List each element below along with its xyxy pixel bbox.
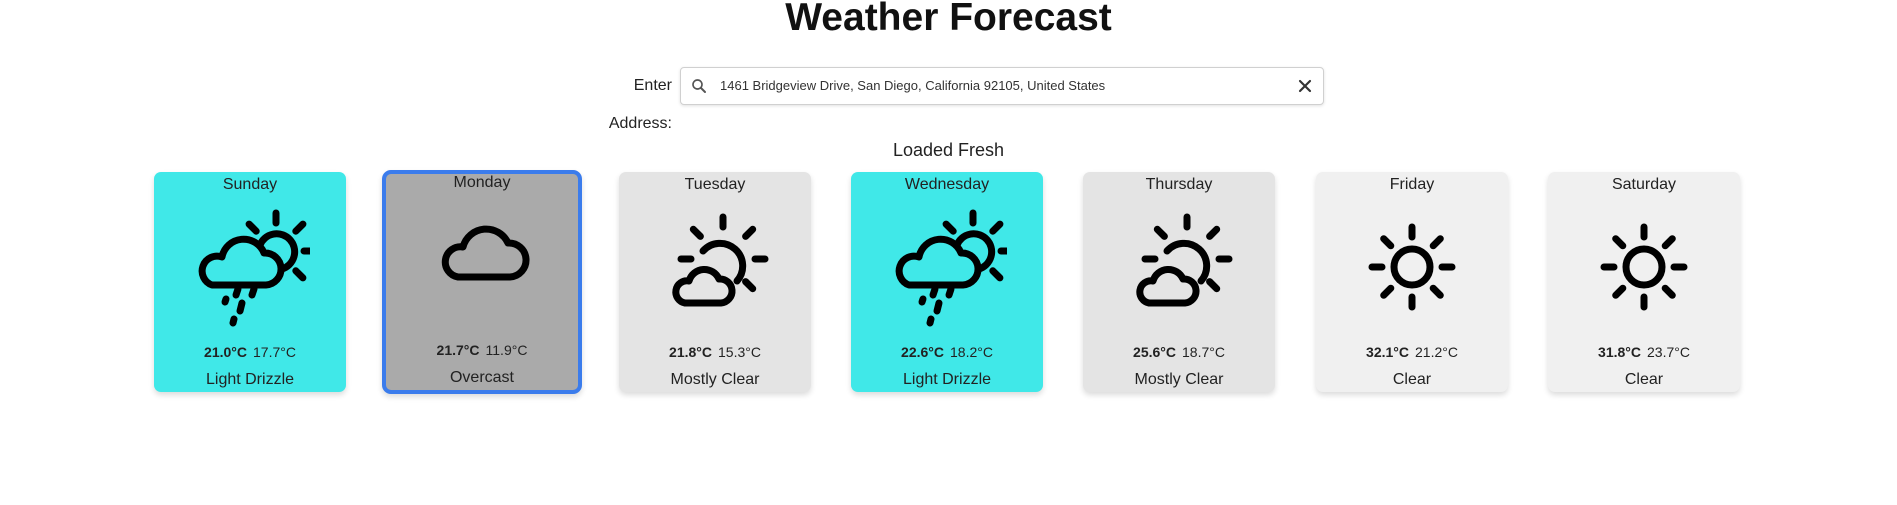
address-search-box[interactable] bbox=[680, 67, 1324, 105]
day-temps: 22.6°C 18.2°C bbox=[851, 344, 1043, 360]
high-temp: 22.6°C bbox=[901, 344, 944, 360]
page-title: Weather Forecast bbox=[785, 0, 1112, 39]
high-temp: 21.8°C bbox=[669, 344, 712, 360]
day-condition: Clear bbox=[1624, 371, 1664, 388]
sun-cloud-icon bbox=[1119, 207, 1239, 327]
day-name: Sunday bbox=[222, 176, 278, 193]
day-temps: 21.0°C 17.7°C bbox=[154, 344, 346, 360]
day-card-friday[interactable]: Friday 32.1°C 21.2°C Clear bbox=[1316, 172, 1508, 392]
day-name: Tuesday bbox=[684, 176, 746, 193]
day-temps: 21.7°C 11.9°C bbox=[386, 342, 578, 358]
day-condition: Mostly Clear bbox=[670, 371, 760, 388]
forecast-cards: Sunday 21.0°C 17.7°C Light Drizzle Monday… bbox=[0, 170, 1897, 394]
high-temp: 21.0°C bbox=[204, 344, 247, 360]
day-name: Wednesday bbox=[904, 176, 990, 193]
sun-icon bbox=[1352, 207, 1472, 327]
day-temps: 25.6°C 18.7°C bbox=[1083, 344, 1275, 360]
address-label: Enter Address: bbox=[608, 77, 672, 132]
search-icon bbox=[692, 79, 706, 93]
low-temp: 21.2°C bbox=[1415, 344, 1458, 360]
low-temp: 15.3°C bbox=[718, 344, 761, 360]
high-temp: 25.6°C bbox=[1133, 344, 1176, 360]
day-card-sunday[interactable]: Sunday 21.0°C 17.7°C Light Drizzle bbox=[154, 172, 346, 392]
high-temp: 31.8°C bbox=[1598, 344, 1641, 360]
day-name: Friday bbox=[1389, 176, 1435, 193]
day-name: Saturday bbox=[1611, 176, 1677, 193]
sun-cloud-icon bbox=[655, 207, 775, 327]
sun-icon bbox=[1584, 207, 1704, 327]
load-status: Loaded Fresh bbox=[892, 140, 1005, 160]
day-condition: Overcast bbox=[449, 369, 514, 386]
high-temp: 32.1°C bbox=[1366, 344, 1409, 360]
day-condition: Light Drizzle bbox=[205, 371, 295, 388]
day-temps: 21.8°C 15.3°C bbox=[619, 344, 811, 360]
day-card-tuesday[interactable]: Tuesday 21.8°C 15.3°C Mostly Clear bbox=[619, 172, 811, 392]
address-input[interactable] bbox=[720, 69, 1280, 101]
drizzle-sun-icon bbox=[190, 207, 318, 327]
low-temp: 18.7°C bbox=[1182, 344, 1225, 360]
day-temps: 32.1°C 21.2°C bbox=[1316, 344, 1508, 360]
day-card-saturday[interactable]: Saturday 31.8°C 23.7°C Clear bbox=[1548, 172, 1740, 392]
day-condition: Light Drizzle bbox=[902, 371, 992, 388]
low-temp: 23.7°C bbox=[1647, 344, 1690, 360]
low-temp: 11.9°C bbox=[485, 342, 528, 358]
low-temp: 17.7°C bbox=[253, 344, 296, 360]
address-row: Enter Address: bbox=[0, 67, 1897, 132]
close-icon[interactable] bbox=[1295, 76, 1315, 96]
day-card-monday[interactable]: Monday 21.7°C 11.9°C Overcast bbox=[382, 170, 582, 394]
cloud-icon bbox=[422, 205, 542, 325]
day-card-thursday[interactable]: Thursday 25.6°C 18.7°C Mostly Clear bbox=[1083, 172, 1275, 392]
high-temp: 21.7°C bbox=[436, 342, 480, 358]
day-temps: 31.8°C 23.7°C bbox=[1548, 344, 1740, 360]
day-name: Thursday bbox=[1145, 176, 1213, 193]
day-condition: Mostly Clear bbox=[1134, 371, 1224, 388]
low-temp: 18.2°C bbox=[950, 344, 993, 360]
day-card-wednesday[interactable]: Wednesday 22.6°C 18.2°C Light Drizzle bbox=[851, 172, 1043, 392]
drizzle-sun-icon bbox=[887, 207, 1015, 327]
day-condition: Clear bbox=[1392, 371, 1432, 388]
day-name: Monday bbox=[453, 174, 511, 191]
